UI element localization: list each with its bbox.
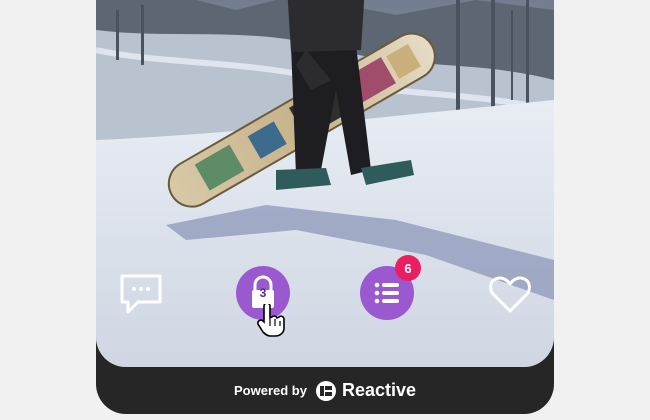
powered-by-label: Powered by xyxy=(233,383,307,398)
reactive-logo-icon xyxy=(315,380,336,401)
powered-by-footer[interactable]: Powered by Reactive xyxy=(96,367,554,414)
like-button[interactable] xyxy=(488,274,532,314)
chat-bubble-icon xyxy=(120,274,162,314)
phone-frame: 3 6 Powered by Reactive xyxy=(96,0,554,414)
video-frame xyxy=(96,0,554,367)
brand-name: Reactive xyxy=(341,380,417,400)
list-count-badge: 6 xyxy=(395,255,421,281)
lock-count: 3 xyxy=(259,286,267,300)
heart-icon xyxy=(489,276,531,313)
hand-cursor-icon xyxy=(257,304,285,337)
video-screen[interactable]: 3 6 xyxy=(96,0,554,367)
chat-button[interactable] xyxy=(118,272,164,316)
